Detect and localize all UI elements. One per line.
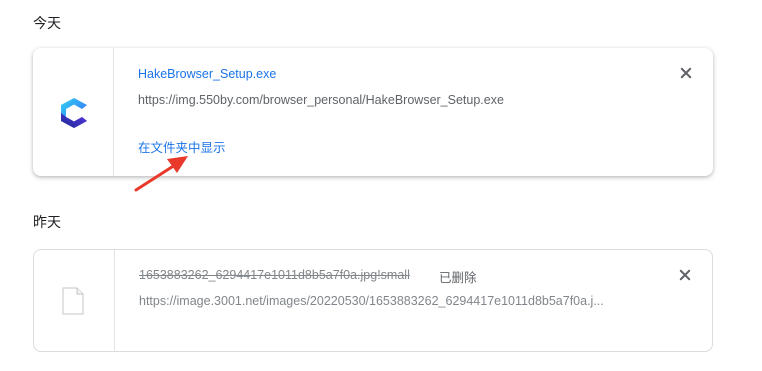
section-today-label: 今天: [33, 15, 61, 31]
remove-download-close-icon[interactable]: [678, 268, 692, 282]
download-filename-link[interactable]: HakeBrowser_Setup.exe: [138, 67, 276, 81]
file-icon-column: [33, 48, 114, 176]
download-item-deleted-image: 1653883262_6294417e1011d8b5a7f0a.jpg!sma…: [33, 249, 713, 352]
file-icon-column: [34, 250, 115, 351]
download-source-url: https://img.550by.com/browser_personal/H…: [138, 93, 504, 107]
download-source-url: https://image.3001.net/images/20220530/1…: [139, 294, 604, 308]
section-yesterday-label: 昨天: [33, 214, 61, 230]
deleted-status-badge: 已删除: [439, 271, 477, 285]
remove-download-close-icon[interactable]: [679, 66, 693, 80]
file-icon: [62, 287, 84, 315]
annotation-arrow-icon: [134, 156, 188, 192]
deleted-download-filename: 1653883262_6294417e1011d8b5a7f0a.jpg!sma…: [139, 268, 410, 282]
hake-browser-app-icon: [61, 98, 87, 128]
